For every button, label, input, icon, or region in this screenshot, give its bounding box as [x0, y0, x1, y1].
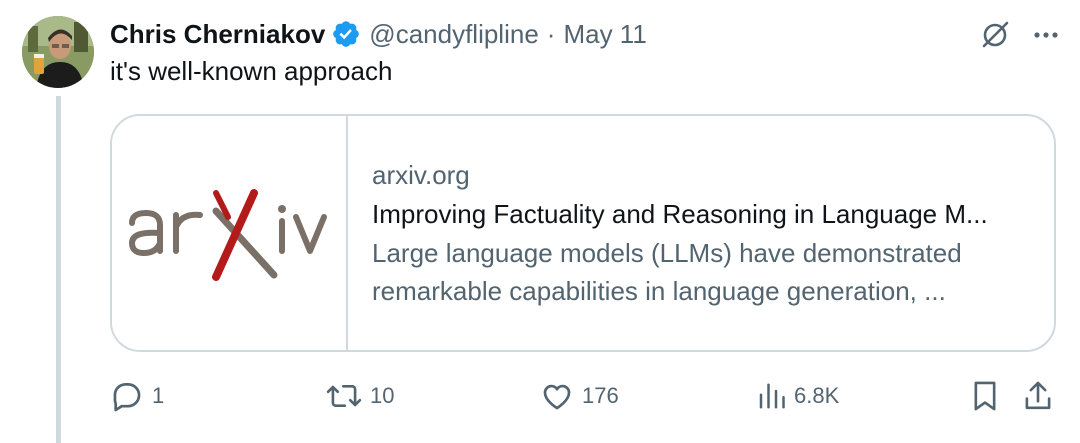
share-button[interactable]	[1022, 374, 1054, 418]
like-count: 176	[582, 383, 619, 408]
more-icon[interactable]	[1032, 21, 1060, 49]
tweet[interactable]: Chris Cherniakov @candyflipline · May 11	[0, 0, 1080, 443]
card-title: Improving Factuality and Reasoning in La…	[372, 199, 988, 229]
thread-line	[56, 96, 61, 443]
reply-button[interactable]: 1	[110, 374, 164, 418]
like-button[interactable]: 176	[540, 374, 619, 418]
views-button[interactable]: 6.8K	[756, 374, 839, 418]
repost-icon	[326, 379, 362, 413]
reply-count: 1	[152, 383, 165, 408]
repost-button[interactable]: 10	[326, 374, 394, 418]
grok-icon[interactable]	[978, 18, 1012, 52]
link-card[interactable]: arXiv arxiv.org Improving Factuality and…	[110, 114, 1056, 352]
tweet-date[interactable]: May 11	[563, 19, 646, 50]
views-icon	[756, 379, 786, 413]
share-icon	[1022, 379, 1054, 413]
top-actions	[978, 18, 1060, 52]
card-body: arxiv.org Improving Factuality and Reaso…	[348, 116, 1054, 350]
card-thumbnail: arXiv	[112, 116, 348, 350]
tweet-header: Chris Cherniakov @candyflipline · May 11	[110, 14, 647, 54]
avatar[interactable]	[22, 16, 94, 88]
like-icon	[540, 379, 574, 413]
avatar-photo	[22, 16, 94, 88]
repost-count: 10	[370, 383, 395, 408]
card-domain: arxiv.org	[372, 160, 470, 190]
card-description-line-2: remarkable capabilities in language gene…	[372, 276, 946, 306]
arxiv-logo: arXiv	[128, 189, 327, 281]
tweet-text: it's well-known approach	[110, 56, 393, 86]
views-count: 6.8K	[794, 383, 840, 408]
user-handle[interactable]: @candyflipline	[369, 19, 538, 50]
card-description-line-1: Large language models (LLMs) have demons…	[372, 238, 962, 268]
bookmark-button[interactable]	[970, 374, 1000, 418]
display-name[interactable]: Chris Cherniakov	[110, 19, 325, 50]
action-bar: 1 10 176 6.8K	[110, 374, 1056, 418]
reply-icon	[110, 379, 144, 413]
separator-dot: ·	[546, 18, 556, 49]
bookmark-icon	[970, 379, 1000, 413]
verified-badge-icon[interactable]	[331, 19, 361, 49]
